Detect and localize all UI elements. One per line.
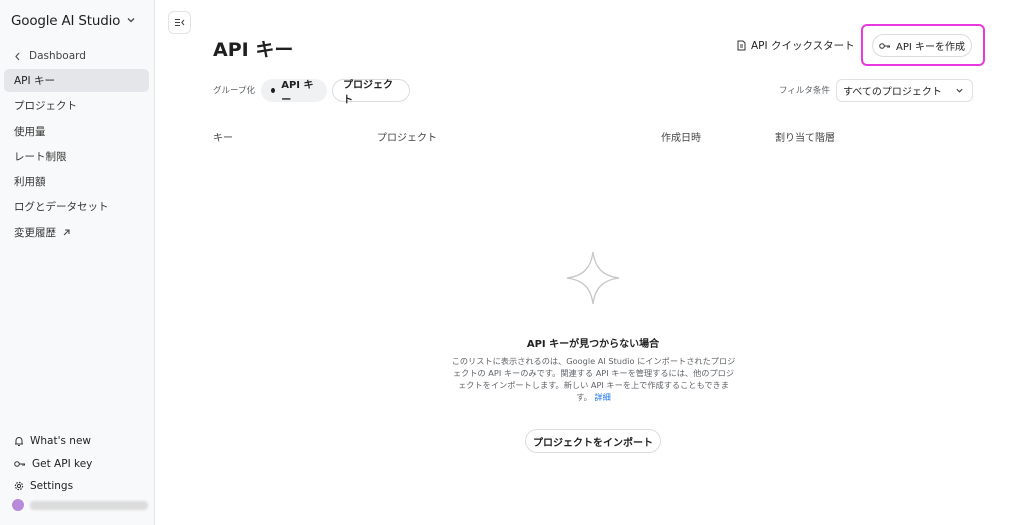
whats-new-label: What's new [30, 435, 91, 448]
sidebar-item-api-keys[interactable]: API キー [4, 69, 149, 92]
sidebar-item-label: ログとデータセット [14, 201, 109, 214]
sidebar-item-rate-limits[interactable]: レート制限 [4, 145, 149, 168]
create-api-key-label: API キーを作成 [896, 42, 965, 53]
sidebar-nav: API キー プロジェクト 使用量 レート制限 利用額 ログとデータセット 変更… [4, 69, 149, 246]
selected-dot-icon [271, 88, 276, 93]
key-icon [14, 460, 25, 467]
import-projects-button[interactable]: プロジェクトをインポート [525, 429, 661, 453]
avatar [12, 499, 24, 511]
chip-label: API キー [281, 79, 314, 106]
empty-state-description: このリストに表示されるのは、Google AI Studio にインポートされた… [451, 355, 736, 403]
sidebar-item-projects[interactable]: プロジェクト [4, 94, 149, 117]
account-switcher[interactable] [12, 499, 148, 511]
filter-value: すべてのプロジェクト [843, 87, 942, 98]
learn-more-link[interactable]: 詳細 [594, 392, 610, 402]
page-title: API キー [213, 39, 294, 61]
gear-icon [14, 482, 24, 491]
back-to-dashboard[interactable]: Dashboard [14, 50, 86, 62]
quickstart-label: API クイックスタート [751, 40, 855, 52]
get-api-key-link[interactable]: Get API key [14, 453, 92, 476]
column-header-tier[interactable]: 割り当て階層 [775, 129, 835, 144]
import-projects-label: プロジェクトをインポート [533, 437, 653, 449]
column-header-key[interactable]: キー [213, 129, 233, 144]
chevron-down-icon [956, 88, 963, 93]
empty-state-title: API キーが見つからない場合 [526, 339, 660, 350]
chevron-down-icon[interactable] [126, 15, 136, 25]
sparkle-icon [566, 251, 620, 305]
project-filter-select[interactable]: すべてのプロジェクト [836, 79, 973, 102]
sidebar-item-label: 変更履歴 [14, 226, 56, 239]
column-header-project[interactable]: プロジェクト [377, 129, 437, 144]
key-icon [879, 42, 890, 49]
sidebar-item-usage[interactable]: 使用量 [4, 120, 149, 143]
sidebar-item-changelog[interactable]: 変更履歴 [4, 221, 149, 244]
sidebar-item-logs[interactable]: ログとデータセット [4, 195, 149, 218]
bell-icon [15, 436, 23, 446]
external-link-icon [63, 229, 70, 236]
collapse-sidebar-icon [175, 19, 185, 26]
sidebar-bottom-nav: What's new Get API key Settings [14, 430, 92, 498]
chevron-left-icon [15, 52, 20, 60]
chip-label: プロジェクト [343, 79, 393, 106]
column-header-created[interactable]: 作成日時 [661, 129, 701, 144]
document-icon [737, 40, 746, 51]
sidebar-item-label: 利用額 [14, 176, 46, 189]
group-by-label: グループ化 [213, 86, 255, 96]
sidebar-item-label: API キー [14, 75, 55, 87]
brand-title[interactable]: Google AI Studio [11, 13, 120, 29]
sidebar-item-label: レート制限 [14, 150, 67, 163]
get-api-key-label: Get API key [32, 457, 93, 470]
sidebar-item-label: プロジェクト [14, 100, 77, 113]
group-by-projects-chip[interactable]: プロジェクト [332, 79, 410, 106]
sidebar: Google AI Studio Dashboard API キー プロジェクト… [0, 0, 155, 525]
sidebar-item-billing[interactable]: 利用額 [4, 170, 149, 193]
back-label: Dashboard [29, 50, 86, 62]
api-quickstart-link[interactable]: API クイックスタート [737, 38, 855, 53]
settings-label: Settings [30, 480, 74, 493]
account-name-redacted [30, 500, 148, 510]
sidebar-item-label: 使用量 [14, 125, 46, 138]
settings-link[interactable]: Settings [14, 475, 92, 498]
whats-new-link[interactable]: What's new [14, 430, 92, 453]
create-api-key-button[interactable]: API キーを作成 [872, 34, 972, 57]
group-by-api-keys-chip[interactable]: API キー [261, 79, 327, 106]
filter-label: フィルタ条件 [779, 86, 830, 96]
collapse-sidebar-button[interactable] [168, 11, 191, 34]
